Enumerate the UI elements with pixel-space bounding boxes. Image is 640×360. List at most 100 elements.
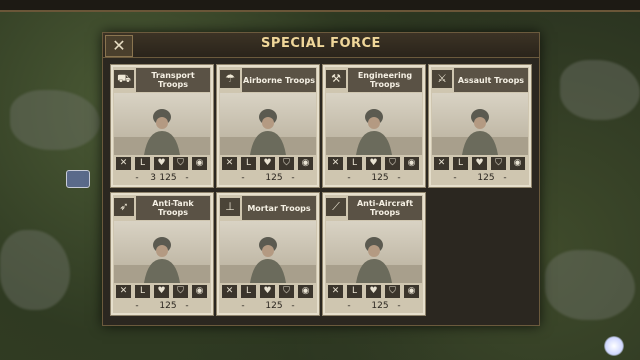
cost-dash-left: -	[347, 301, 351, 311]
unit-cost: 125	[265, 173, 283, 183]
top-bar	[0, 0, 640, 12]
card-cost-row: -125-	[220, 172, 316, 184]
heart-icon: ♥	[260, 157, 275, 170]
boot-icon: ᒪ	[241, 285, 256, 298]
rocket-launcher-icon: ➶	[114, 198, 134, 216]
unit-cost: 125	[371, 173, 389, 183]
unit-card[interactable]: ☂ Airborne Troops ✕ ᒪ ♥ ⛉ ◉ -125-	[216, 64, 320, 188]
dialog-title: SPECIAL FORCE	[261, 36, 381, 51]
eye-icon: ◉	[404, 157, 419, 170]
unit-portrait	[326, 221, 422, 283]
card-header: ⟋ Anti-Aircraft Troops	[326, 196, 422, 220]
card-header: ☂ Airborne Troops	[220, 68, 316, 92]
heart-icon: ♥	[472, 157, 487, 170]
card-name: Airborne Troops	[242, 68, 316, 92]
crossed-swords-icon: ✕	[328, 157, 343, 170]
heart-icon: ♥	[366, 285, 381, 298]
cost-dash-left: -	[241, 173, 245, 183]
shield-icon: ⛉	[385, 157, 400, 170]
cost-dash-right: -	[503, 173, 507, 183]
unit-portrait	[114, 221, 210, 283]
unit-card[interactable]: ⟋ Anti-Aircraft Troops ✕ ᒪ ♥ ⛉ ◉ -125-	[322, 192, 426, 316]
rifle-icon: ⚔	[432, 70, 452, 88]
card-name: Engineering Troops	[348, 68, 422, 92]
heart-icon: ♥	[154, 285, 169, 298]
card-stats: ✕ ᒪ ♥ ⛉ ◉	[114, 285, 210, 299]
heart-icon: ♥	[154, 157, 169, 170]
shovel-icon: ⚒	[326, 70, 346, 88]
unit-cost: 125	[371, 301, 389, 311]
mountain-ridge	[545, 250, 635, 320]
card-cost-row: -3 125-	[114, 172, 210, 184]
mortar-icon: ⊥	[220, 198, 240, 216]
unit-portrait	[326, 93, 422, 155]
unit-card[interactable]: ⚔ Assault Troops ✕ ᒪ ♥ ⛉ ◉ -125-	[428, 64, 532, 188]
unit-cost: 125	[159, 301, 177, 311]
card-stats: ✕ ᒪ ♥ ⛉ ◉	[220, 157, 316, 171]
unit-card[interactable]: ➶ Anti-Tank Troops ✕ ᒪ ♥ ⛉ ◉ -125-	[110, 192, 214, 316]
crossed-swords-icon: ✕	[222, 157, 237, 170]
card-cost-row: -125-	[432, 172, 528, 184]
card-header: ⛟ Transport Troops	[114, 68, 210, 92]
crossed-swords-icon: ✕	[328, 285, 343, 298]
unit-card[interactable]: ⚒ Engineering Troops ✕ ᒪ ♥ ⛉ ◉ -125-	[322, 64, 426, 188]
card-stats: ✕ ᒪ ♥ ⛉ ◉	[432, 157, 528, 171]
shield-icon: ⛉	[385, 285, 400, 298]
mountain-ridge	[560, 60, 640, 120]
cost-dash-right: -	[185, 173, 189, 183]
unit-cost: 125	[477, 173, 495, 183]
card-stats: ✕ ᒪ ♥ ⛉ ◉	[326, 157, 422, 171]
card-name: Transport Troops	[136, 68, 210, 92]
shield-icon: ⛉	[491, 157, 506, 170]
cost-dash-left: -	[135, 301, 139, 311]
flak-gun-icon: ⟋	[326, 198, 346, 216]
heart-icon: ♥	[260, 285, 275, 298]
eye-icon: ◉	[510, 157, 525, 170]
card-stats: ✕ ᒪ ♥ ⛉ ◉	[326, 285, 422, 299]
mountain-ridge	[10, 90, 100, 150]
card-name: Anti-Aircraft Troops	[348, 196, 422, 220]
card-cost-row: -125-	[220, 300, 316, 312]
crossed-swords-icon: ✕	[434, 157, 449, 170]
unit-cost: 125	[159, 173, 177, 183]
cost-dash-right: -	[185, 301, 189, 311]
unit-card[interactable]: ⛟ Transport Troops ✕ ᒪ ♥ ⛉ ◉ -3 125-	[110, 64, 214, 188]
eye-icon: ◉	[192, 285, 207, 298]
crossed-swords-icon: ✕	[116, 285, 131, 298]
card-cost-row: -125-	[326, 300, 422, 312]
card-name: Anti-Tank Troops	[136, 196, 210, 220]
card-stats: ✕ ᒪ ♥ ⛉ ◉	[220, 285, 316, 299]
shield-icon: ⛉	[279, 157, 294, 170]
cost-dash-left: -	[135, 173, 139, 183]
joystick-handle[interactable]	[604, 336, 624, 356]
cost-dash-left: -	[453, 173, 457, 183]
unit-portrait	[432, 93, 528, 155]
unit-portrait	[114, 93, 210, 155]
crossed-swords-icon: ✕	[222, 285, 237, 298]
map-unit-token[interactable]	[66, 170, 90, 188]
parachute-icon: ☂	[220, 70, 240, 88]
cost-dash-left: -	[241, 301, 245, 311]
unit-portrait	[220, 93, 316, 155]
eye-icon: ◉	[192, 157, 207, 170]
unit-cost: 125	[265, 301, 283, 311]
cost-dash-left: -	[347, 173, 351, 183]
boot-icon: ᒪ	[135, 157, 150, 170]
crossed-swords-icon: ✕	[116, 157, 131, 170]
boot-icon: ᒪ	[135, 285, 150, 298]
unit-card[interactable]: ⊥ Mortar Troops ✕ ᒪ ♥ ⛉ ◉ -125-	[216, 192, 320, 316]
card-cost-row: -125-	[114, 300, 210, 312]
eye-icon: ◉	[298, 157, 313, 170]
shield-icon: ⛉	[173, 285, 188, 298]
card-header: ➶ Anti-Tank Troops	[114, 196, 210, 220]
cost-dash-right: -	[291, 301, 295, 311]
cost-dash-right: -	[397, 173, 401, 183]
truck-icon: ⛟	[114, 70, 134, 88]
boot-icon: ᒪ	[347, 157, 362, 170]
shield-icon: ⛉	[279, 285, 294, 298]
cost-dash-right: -	[397, 301, 401, 311]
shield-icon: ⛉	[173, 157, 188, 170]
unit-count: 3	[150, 173, 156, 183]
dialog-header: ✕ SPECIAL FORCE	[103, 33, 539, 58]
boot-icon: ᒪ	[347, 285, 362, 298]
